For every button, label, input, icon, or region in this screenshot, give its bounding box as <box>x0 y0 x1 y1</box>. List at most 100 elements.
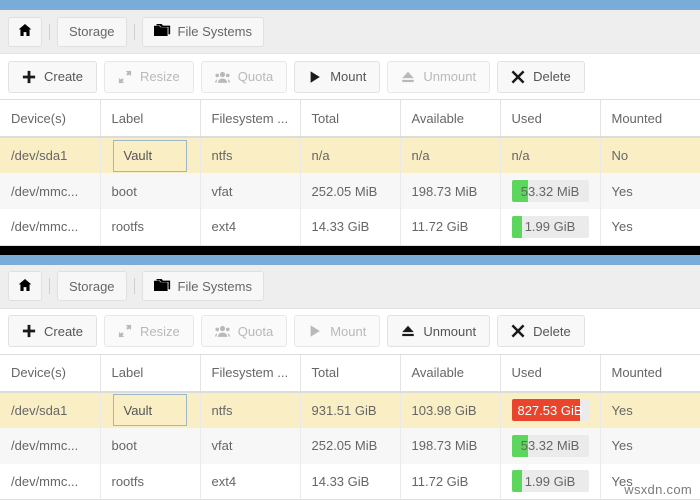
table-row[interactable]: /dev/mmc... boot vfat 252.05 MiB 198.73 MiB 5… <box>0 173 700 209</box>
mount-button[interactable]: Mount <box>294 60 381 93</box>
cell-label[interactable]: Vault <box>100 391 201 428</box>
create-button-label: Create <box>44 323 84 339</box>
users-icon <box>214 70 230 84</box>
panel-divider <box>0 245 700 255</box>
unmount-button[interactable]: Unmount <box>387 315 491 347</box>
cell-device: /dev/mmc... <box>0 463 101 500</box>
cell-used: 53.32 MiB <box>500 173 601 209</box>
cell-device: /dev/sda1 <box>0 391 101 428</box>
cell-device: /dev/mmc... <box>0 209 101 246</box>
column-header[interactable]: Used <box>500 100 601 138</box>
label-edit-field[interactable]: Vault <box>112 139 187 172</box>
file-systems-panel: Storage File Systems Create Resize Quota Moun… <box>0 0 700 246</box>
breadcrumb-item-file-systems[interactable]: File Systems <box>141 16 264 47</box>
filesystems-table: Device(s) Label Filesystem ... Total Availab… <box>0 100 700 246</box>
cell-used: n/a <box>500 137 601 173</box>
cell-label: boot <box>100 427 201 464</box>
usage-bar: 53.32 MiB <box>511 434 589 457</box>
table-row[interactable]: /dev/sda1 Vault ntfs n/a n/a n/a No <box>0 137 700 173</box>
cell-label[interactable]: Vault <box>100 137 201 173</box>
cell-available: 198.73 MiB <box>400 173 501 209</box>
label-edit-field[interactable]: Vault <box>112 394 187 426</box>
mount-button-label: Mount <box>330 69 367 84</box>
table-header-row: Device(s) Label Filesystem ... Total Availab… <box>0 354 700 393</box>
cell-mounted: Yes <box>600 427 700 464</box>
column-header[interactable]: Available <box>400 100 501 138</box>
column-header[interactable]: Mounted <box>600 100 700 138</box>
cell-device: /dev/mmc... <box>0 427 101 464</box>
table-row[interactable]: /dev/mmc... boot vfat 252.05 MiB 198.73 MiB 5… <box>0 427 700 464</box>
unmount-button: Unmount <box>387 60 491 93</box>
folders-icon <box>153 278 171 295</box>
breadcrumb-separator <box>133 23 135 40</box>
column-header[interactable]: Device(s) <box>0 100 101 138</box>
cell-filesystem-type: ext4 <box>200 209 301 246</box>
resize-button-label: Resize <box>140 323 180 339</box>
folders-icon <box>153 23 171 40</box>
cell-filesystem-type: vfat <box>200 173 301 209</box>
home-icon <box>18 278 32 295</box>
cell-total: n/a <box>300 137 401 173</box>
cell-available: 11.72 GiB <box>400 209 501 246</box>
column-header[interactable]: Total <box>300 100 401 138</box>
cell-used: 1.99 GiB <box>500 209 601 246</box>
breadcrumb-item-label: Storage <box>69 278 115 294</box>
table-row[interactable]: /dev/mmc... rootfs ext4 14.33 GiB 11.72 GiB 1… <box>0 209 700 246</box>
column-header[interactable]: Filesystem ... <box>200 100 301 138</box>
column-header[interactable]: Mounted <box>600 354 700 393</box>
column-header[interactable]: Used <box>500 354 601 393</box>
home-icon <box>18 23 32 40</box>
delete-button-label: Delete <box>533 323 571 339</box>
cell-mounted: Yes <box>600 209 700 246</box>
column-header[interactable]: Available <box>400 354 501 393</box>
table-row[interactable]: /dev/sda1 Vault ntfs 931.51 GiB 103.98 GiB 82… <box>0 391 700 428</box>
table-row[interactable]: /dev/mmc... rootfs ext4 14.33 GiB 11.72 GiB 1… <box>0 463 700 500</box>
play-icon <box>308 70 322 84</box>
usage-bar-label: 1.99 GiB <box>524 219 576 235</box>
usage-bar-label: 53.32 MiB <box>520 438 580 453</box>
breadcrumb: Storage File Systems <box>0 10 700 54</box>
breadcrumb-home[interactable] <box>8 16 42 47</box>
resize-button: Resize <box>104 60 194 93</box>
cell-mounted: Yes <box>600 463 700 500</box>
mount-button: Mount <box>294 315 381 347</box>
usage-bar: 827.53 GiB <box>511 399 589 421</box>
delete-button-label: Delete <box>533 69 571 84</box>
cell-used: 53.32 MiB <box>500 427 601 464</box>
delete-button[interactable]: Delete <box>497 60 585 93</box>
column-header[interactable]: Filesystem ... <box>200 354 301 393</box>
column-header[interactable]: Label <box>100 100 201 138</box>
cell-label: rootfs <box>100 209 201 246</box>
usage-bar: 1.99 GiB <box>511 470 589 493</box>
delete-button[interactable]: Delete <box>497 315 585 347</box>
unmount-button-label: Unmount <box>423 69 477 84</box>
quota-button-label: Quota <box>237 323 274 339</box>
app-screenshot: Storage File Systems Create Resize Quota Moun… <box>0 0 700 500</box>
cell-total: 14.33 GiB <box>300 463 401 500</box>
cell-filesystem-type: ext4 <box>200 463 301 500</box>
cell-available: n/a <box>400 137 501 173</box>
cell-filesystem-type: ntfs <box>200 137 301 173</box>
cell-mounted: No <box>600 137 700 173</box>
usage-bar: 53.32 MiB <box>511 180 589 202</box>
mount-button-label: Mount <box>330 323 367 339</box>
breadcrumb-item-storage[interactable]: Storage <box>57 271 127 301</box>
column-header[interactable]: Total <box>300 354 401 393</box>
cell-total: 252.05 MiB <box>300 173 401 209</box>
breadcrumb-separator <box>49 278 50 294</box>
resize-button: Resize <box>104 315 194 347</box>
usage-bar: 1.99 GiB <box>511 215 589 238</box>
cell-filesystem-type: ntfs <box>200 391 301 428</box>
filesystems-table: Device(s) Label Filesystem ... Total Availab… <box>0 354 700 500</box>
usage-bar-label: 827.53 GiB <box>517 402 583 418</box>
column-header[interactable]: Label <box>100 354 201 393</box>
breadcrumb-item-storage[interactable]: Storage <box>57 16 127 47</box>
column-header[interactable]: Device(s) <box>0 354 101 393</box>
cell-label: rootfs <box>100 463 201 500</box>
breadcrumb-item-file-systems[interactable]: File Systems <box>141 271 264 301</box>
cell-total: 14.33 GiB <box>300 209 401 246</box>
create-button[interactable]: Create <box>8 60 98 93</box>
breadcrumb-home[interactable] <box>8 271 42 301</box>
create-button[interactable]: Create <box>8 315 98 347</box>
quota-button: Quota <box>200 60 288 93</box>
